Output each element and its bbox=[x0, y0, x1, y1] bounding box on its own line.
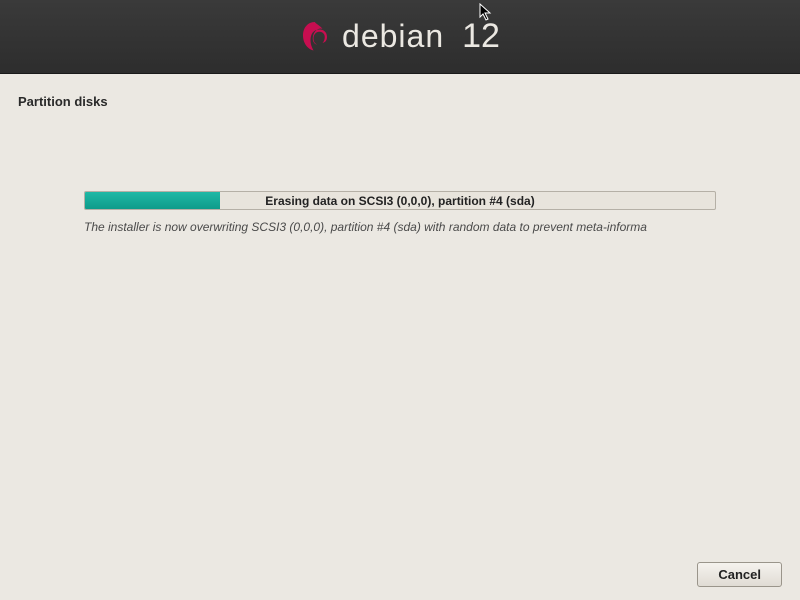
progress-section: Erasing data on SCSI3 (0,0,0), partition… bbox=[18, 191, 782, 234]
distro-name: debian bbox=[342, 18, 444, 55]
distro-version: 12 bbox=[462, 17, 500, 56]
cancel-button[interactable]: Cancel bbox=[697, 562, 782, 587]
page-title: Partition disks bbox=[18, 94, 782, 109]
debian-swirl-icon bbox=[300, 19, 330, 55]
status-text: The installer is now overwriting SCSI3 (… bbox=[84, 220, 716, 234]
button-bar: Cancel bbox=[697, 562, 782, 587]
logo-group: debian 12 bbox=[300, 17, 500, 56]
header: debian 12 bbox=[0, 0, 800, 74]
content-area: Partition disks Erasing data on SCSI3 (0… bbox=[0, 74, 800, 254]
progress-label: Erasing data on SCSI3 (0,0,0), partition… bbox=[85, 192, 715, 209]
progress-bar: Erasing data on SCSI3 (0,0,0), partition… bbox=[84, 191, 716, 210]
